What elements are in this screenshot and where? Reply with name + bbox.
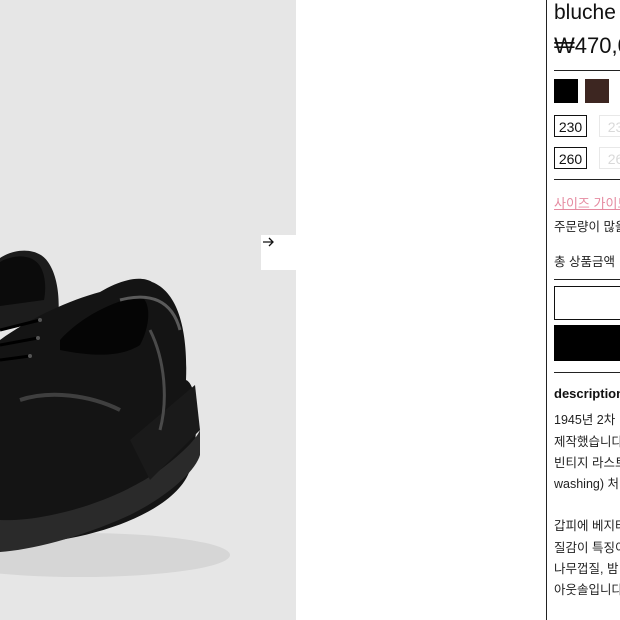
divider	[554, 372, 620, 373]
description-title: description	[554, 386, 620, 401]
description-line: 제작했습니다	[554, 435, 620, 449]
order-notice: 주문량이 많을	[554, 220, 620, 234]
buy-now-button[interactable]	[554, 325, 620, 361]
description-line: 빈티지 라스트	[554, 456, 620, 470]
next-image-button[interactable]	[261, 235, 296, 270]
total-price-label: 총 상품금액	[554, 255, 615, 269]
divider	[554, 70, 620, 71]
add-to-cart-button[interactable]	[554, 286, 620, 320]
product-info-panel: bluche ₩470,0 230 23 260 26 사이즈 가이드 주문량이…	[554, 0, 620, 620]
size-option-disabled[interactable]: 26	[599, 147, 620, 169]
color-swatch-black[interactable]	[554, 79, 578, 103]
size-guide-link[interactable]: 사이즈 가이드	[554, 193, 620, 212]
divider	[554, 179, 620, 180]
arrow-right-icon	[263, 237, 274, 247]
divider	[554, 279, 620, 280]
size-option-230[interactable]: 230	[554, 115, 587, 137]
product-title: bluche	[554, 1, 616, 24]
description-line: 1945년 2차	[554, 413, 616, 427]
description-line: 나무껍질, 밤	[554, 562, 619, 576]
description-line: washing) 처	[554, 477, 619, 491]
description-line: 질감이 특징이	[554, 541, 620, 555]
product-image	[0, 0, 296, 620]
product-image-gallery	[0, 0, 296, 620]
product-price: ₩470,0	[554, 33, 620, 58]
description-line: 갑피에 베지터	[554, 519, 620, 533]
description-line: 아웃솔입니다	[554, 583, 620, 597]
panel-divider	[546, 0, 547, 620]
color-swatch-brown[interactable]	[585, 79, 609, 103]
size-option-disabled[interactable]: 23	[599, 115, 620, 137]
size-option-260[interactable]: 260	[554, 147, 587, 169]
